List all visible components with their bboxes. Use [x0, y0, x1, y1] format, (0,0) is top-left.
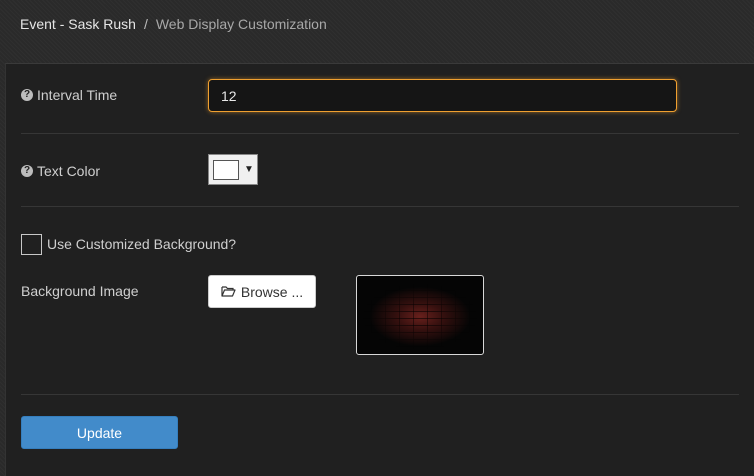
- breadcrumb-separator: /: [143, 16, 148, 32]
- browse-button-label: Browse ...: [240, 283, 304, 300]
- interval-time-label: ? Interval Time: [21, 87, 117, 103]
- background-image-label: Background Image: [21, 283, 139, 299]
- chevron-down-icon: ▼: [244, 164, 254, 175]
- divider: [21, 133, 739, 134]
- update-button[interactable]: Update: [21, 416, 178, 449]
- interval-time-input[interactable]: [208, 79, 677, 112]
- interval-time-label-text: Interval Time: [37, 87, 118, 103]
- text-color-label-text: Text Color: [37, 163, 101, 179]
- brick-texture: [357, 276, 483, 354]
- browse-button[interactable]: Browse ...: [208, 275, 316, 308]
- divider: [21, 394, 739, 395]
- customization-panel: ? Interval Time ? Text Color ▼ Use Custo…: [5, 63, 754, 476]
- use-custom-background-checkbox[interactable]: [21, 234, 42, 255]
- color-swatch: [213, 159, 239, 180]
- breadcrumb-current: Web Display Customization: [155, 16, 327, 32]
- text-color-picker[interactable]: ▼: [208, 154, 258, 185]
- background-image-preview: [356, 275, 484, 355]
- question-circle-icon[interactable]: ?: [21, 89, 33, 101]
- text-color-label: ? Text Color: [21, 163, 100, 179]
- folder-open-icon: [221, 284, 236, 300]
- divider: [21, 206, 739, 207]
- breadcrumb: Event - Sask Rush / Web Display Customizat…: [20, 16, 327, 32]
- breadcrumb-event-link[interactable]: Event - Sask Rush: [20, 16, 136, 32]
- use-custom-background-label[interactable]: Use Customized Background?: [47, 236, 236, 252]
- question-circle-icon[interactable]: ?: [21, 165, 33, 177]
